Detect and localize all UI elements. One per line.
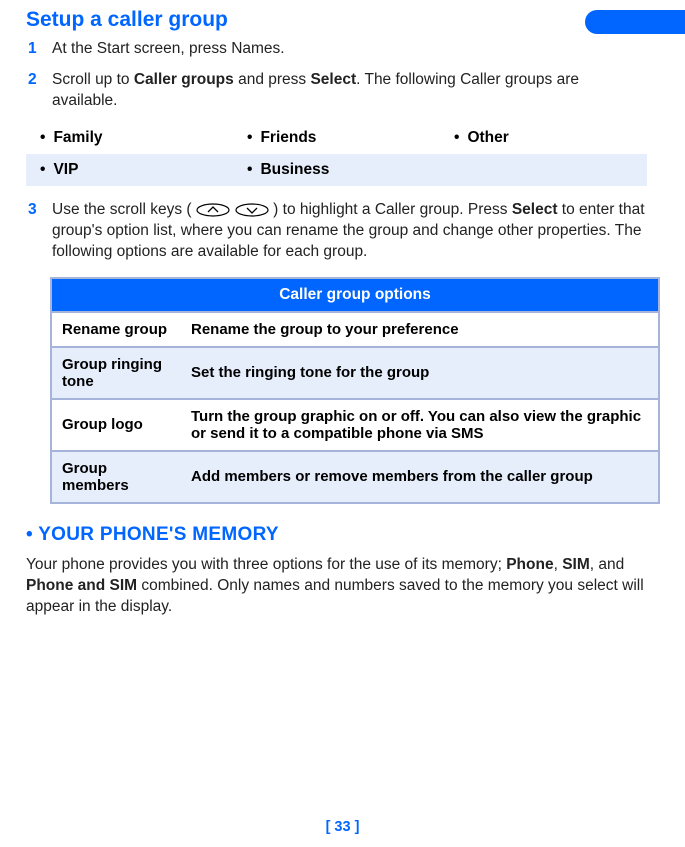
option-desc: Rename the group to your preference bbox=[181, 312, 659, 347]
table-row: Group logo Turn the group graphic on or … bbox=[51, 399, 659, 451]
text: , bbox=[554, 556, 563, 573]
option-desc: Turn the group graphic on or off. You ca… bbox=[181, 399, 659, 451]
header-tab-pill bbox=[585, 10, 685, 34]
step-text: Scroll up to Caller groups and press Sel… bbox=[52, 70, 647, 112]
step-3: 3 Use the scroll keys ( ) to highlight a… bbox=[26, 200, 647, 263]
bold-term: Phone and SIM bbox=[26, 577, 137, 594]
page-title: Setup a caller group bbox=[26, 8, 647, 32]
table-row: Group members Add members or remove memb… bbox=[51, 451, 659, 503]
group-friends: Friends bbox=[233, 122, 440, 154]
option-label: Group ringing tone bbox=[51, 347, 181, 399]
label: Other bbox=[467, 129, 508, 147]
bold-term: Select bbox=[512, 201, 558, 218]
text: , and bbox=[590, 556, 624, 573]
table-row: Group ringing tone Set the ringing tone … bbox=[51, 347, 659, 399]
option-label: Rename group bbox=[51, 312, 181, 347]
label: Friends bbox=[260, 129, 316, 147]
bold-term: Select bbox=[310, 71, 356, 88]
option-desc: Set the ringing tone for the group bbox=[181, 347, 659, 399]
step-1: 1 At the Start screen, press Names. bbox=[26, 39, 647, 60]
group-other: Other bbox=[440, 122, 647, 154]
label: VIP bbox=[53, 161, 78, 179]
caller-groups-list: Family Friends Other VIP Business bbox=[26, 122, 647, 186]
text: Your phone provides you with three optio… bbox=[26, 556, 506, 573]
step-number: 1 bbox=[26, 39, 52, 60]
step-text: At the Start screen, press Names. bbox=[52, 39, 647, 60]
bold-term: SIM bbox=[562, 556, 590, 573]
bold-term: Caller groups bbox=[134, 71, 234, 88]
text: ) to highlight a Caller group. Press bbox=[273, 201, 512, 218]
option-desc: Add members or remove members from the c… bbox=[181, 451, 659, 503]
bold-term: Phone bbox=[506, 556, 553, 573]
step-text: Use the scroll keys ( ) to highlight a C… bbox=[52, 200, 647, 263]
group-family: Family bbox=[26, 122, 233, 154]
page-number: [ 33 ] bbox=[0, 819, 685, 835]
group-vip: VIP bbox=[26, 154, 233, 186]
scroll-up-down-icon bbox=[196, 203, 269, 217]
table-row: Rename group Rename the group to your pr… bbox=[51, 312, 659, 347]
section-heading-memory: YOUR PHONE'S MEMORY bbox=[26, 524, 647, 546]
empty-cell bbox=[440, 154, 647, 186]
table-header: Caller group options bbox=[51, 278, 659, 312]
text: and press bbox=[234, 71, 311, 88]
step-number: 3 bbox=[26, 200, 52, 263]
option-label: Group members bbox=[51, 451, 181, 503]
page-content: Setup a caller group 1 At the Start scre… bbox=[0, 8, 685, 618]
label: Family bbox=[53, 129, 102, 147]
group-business: Business bbox=[233, 154, 440, 186]
text: Scroll up to bbox=[52, 71, 134, 88]
label: Business bbox=[260, 161, 329, 179]
step-number: 2 bbox=[26, 70, 52, 112]
caller-group-options-table: Caller group options Rename group Rename… bbox=[50, 277, 660, 504]
option-label: Group logo bbox=[51, 399, 181, 451]
step-2: 2 Scroll up to Caller groups and press S… bbox=[26, 70, 647, 112]
memory-paragraph: Your phone provides you with three optio… bbox=[26, 554, 647, 618]
text: Use the scroll keys ( bbox=[52, 201, 192, 218]
